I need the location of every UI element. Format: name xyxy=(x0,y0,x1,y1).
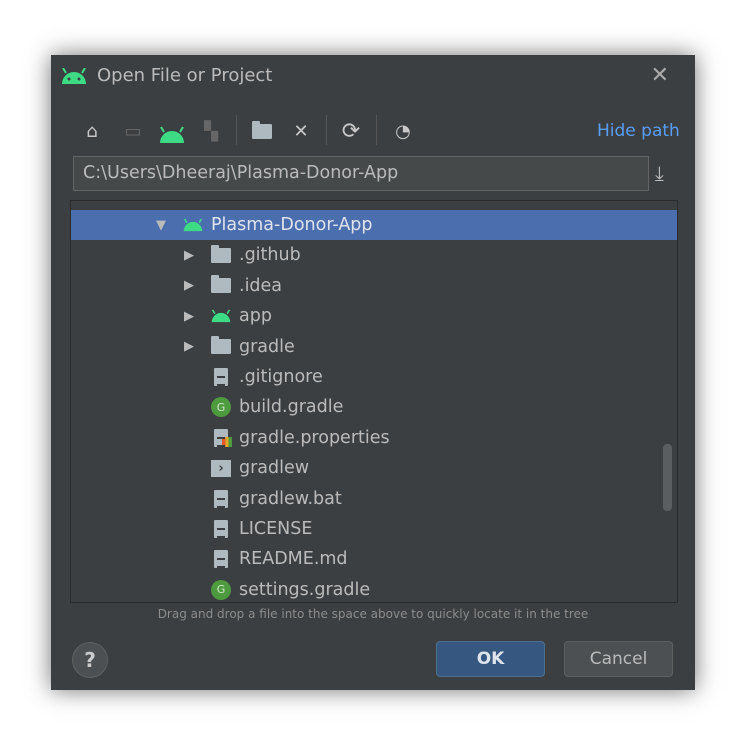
file-icon xyxy=(211,549,231,569)
tree-item-label: settings.gradle xyxy=(239,579,371,600)
tree-item-label: build.gradle xyxy=(239,397,344,418)
toolbar-separator xyxy=(236,115,237,145)
expand-arrow-icon[interactable]: ▶ xyxy=(184,278,194,293)
collapse-arrow-icon[interactable]: ▼ xyxy=(156,218,166,233)
new-folder-icon[interactable] xyxy=(249,119,275,143)
drag-drop-hint: Drag and drop a file into the space abov… xyxy=(157,607,589,621)
tree-row[interactable]: Gbuild.gradle xyxy=(71,392,677,422)
tree-row[interactable]: ▶ gradle xyxy=(71,332,677,362)
tree-item-label: LICENSE xyxy=(239,519,313,539)
tree-item-label: gradlew xyxy=(239,458,310,479)
folder-icon xyxy=(211,336,231,357)
tree-row[interactable]: ▶ .github xyxy=(71,240,677,270)
hide-path-link[interactable]: Hide path xyxy=(597,121,680,141)
tree-row[interactable]: gradlew.bat xyxy=(71,484,677,514)
android-icon xyxy=(183,215,203,235)
cancel-button[interactable]: Cancel xyxy=(564,641,673,677)
dialog-title: Open File or Project xyxy=(97,65,273,86)
tree-item-label: gradle.properties xyxy=(239,427,390,448)
tree-row[interactable]: gradle.properties xyxy=(71,423,677,453)
download-icon[interactable]: ⤓ xyxy=(655,161,664,185)
ignore-file-icon xyxy=(211,367,231,387)
tree-row[interactable]: ▶ app xyxy=(71,301,677,331)
scrollbar-thumb[interactable] xyxy=(663,444,672,511)
gradle-icon: G xyxy=(211,579,231,600)
android-project-icon[interactable] xyxy=(159,123,185,147)
expand-arrow-icon[interactable]: ▶ xyxy=(184,339,194,354)
tree-item-label: .idea xyxy=(239,275,283,296)
tree-item-label: .gitignore xyxy=(239,367,323,387)
tree-row[interactable]: › gradlew xyxy=(71,453,677,483)
android-icon xyxy=(211,306,231,326)
android-icon xyxy=(62,68,86,84)
help-button[interactable]: ? xyxy=(72,642,108,678)
tree-item-label: Plasma-Donor-App xyxy=(211,215,373,235)
gradle-icon: G xyxy=(211,397,231,418)
tree-item-label: .github xyxy=(239,245,301,266)
ok-button[interactable]: OK xyxy=(436,641,545,677)
tree-row[interactable]: .gitignore xyxy=(71,362,677,392)
open-file-dialog: Open File or Project ✕ ⌂ ▭ ▚ ✕ ⟳ ◔ Hide … xyxy=(51,55,695,690)
toolbar-separator xyxy=(376,115,377,145)
properties-icon xyxy=(211,428,232,448)
tree-row[interactable]: README.md xyxy=(71,544,677,574)
close-icon[interactable]: ✕ xyxy=(651,63,669,88)
tree-row[interactable]: ▼ Plasma-Donor-App xyxy=(71,210,677,240)
tree-item-label: gradle xyxy=(239,336,295,357)
tree-item-label: app xyxy=(239,306,272,327)
home-icon[interactable]: ⌂ xyxy=(80,119,104,143)
folder-icon xyxy=(211,275,231,296)
file-icon xyxy=(211,519,231,539)
file-icon xyxy=(211,489,231,509)
tree-item-label: gradlew.bat xyxy=(239,488,342,509)
expand-arrow-icon[interactable]: ▶ xyxy=(184,248,194,263)
file-tree[interactable]: Gsettings.gradle README.md LICENSE gradlew.… xyxy=(70,200,678,603)
refresh-icon[interactable]: ⟳ xyxy=(338,119,364,144)
folder-icon xyxy=(211,244,231,265)
tree-row[interactable]: LICENSE xyxy=(71,514,677,544)
desktop-icon[interactable]: ▭ xyxy=(121,119,145,143)
expand-arrow-icon[interactable]: ▶ xyxy=(184,309,194,324)
tree-row[interactable]: ▶ .idea xyxy=(71,271,677,301)
tree-row[interactable]: Gsettings.gradle xyxy=(71,575,677,602)
show-hidden-icon[interactable]: ◔ xyxy=(390,119,416,143)
toolbar-separator xyxy=(326,115,327,145)
module-icon[interactable]: ▚ xyxy=(199,119,223,143)
delete-icon[interactable]: ✕ xyxy=(289,119,313,143)
tree-item-label: README.md xyxy=(239,549,348,570)
path-input[interactable]: C:\Users\Dheeraj\Plasma-Donor-App xyxy=(73,156,649,191)
shell-icon: › xyxy=(211,458,231,478)
